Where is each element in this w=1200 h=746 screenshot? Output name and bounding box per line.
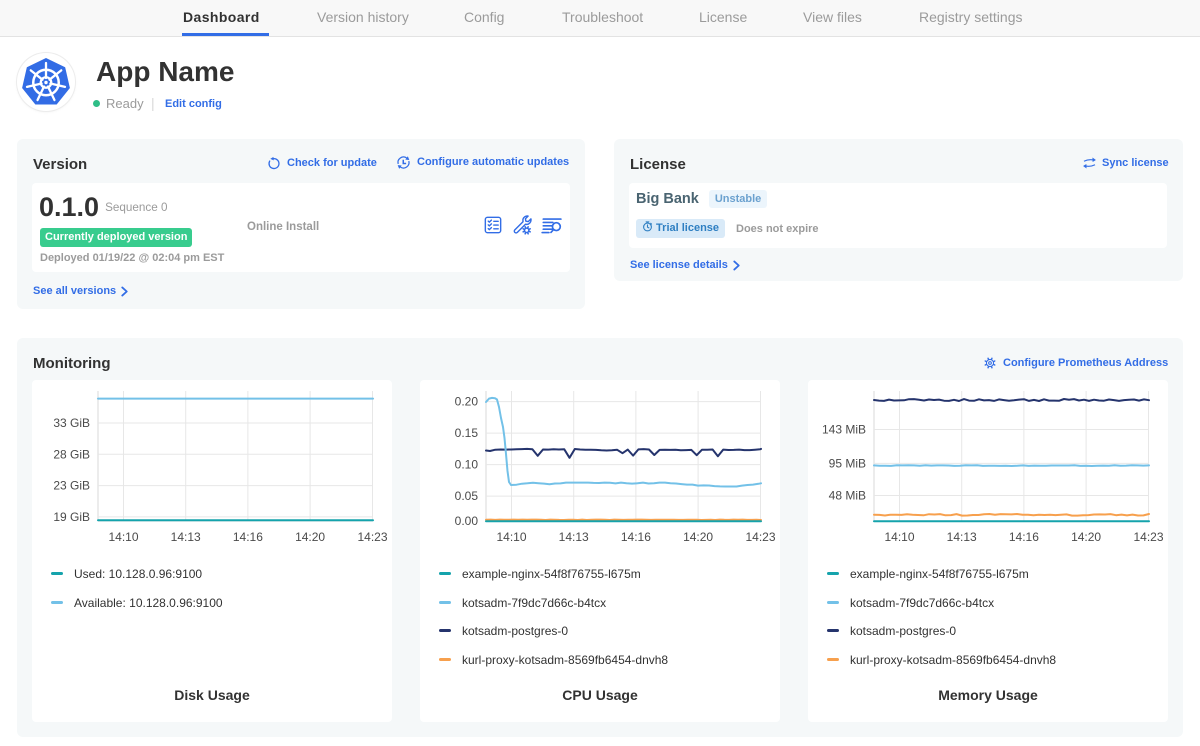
svg-text:0.15: 0.15 [455,426,479,440]
svg-text:28 GiB: 28 GiB [53,447,90,461]
svg-text:14:20: 14:20 [1071,530,1101,544]
svg-text:14:20: 14:20 [683,530,713,544]
svg-text:23 GiB: 23 GiB [53,479,90,493]
svg-text:48 MiB: 48 MiB [829,489,866,503]
svg-text:95 MiB: 95 MiB [829,456,866,470]
svg-text:14:23: 14:23 [357,530,387,544]
svg-text:14:23: 14:23 [745,530,775,544]
svg-text:14:10: 14:10 [884,530,914,544]
svg-text:14:13: 14:13 [947,530,977,544]
svg-text:0.00: 0.00 [455,514,479,528]
svg-text:14:10: 14:10 [496,530,526,544]
svg-text:19 GiB: 19 GiB [53,510,90,524]
svg-text:143 MiB: 143 MiB [822,423,866,437]
svg-text:14:10: 14:10 [108,530,138,544]
svg-text:14:16: 14:16 [621,530,651,544]
svg-text:14:16: 14:16 [1009,530,1039,544]
svg-text:0.10: 0.10 [455,458,479,472]
svg-text:14:13: 14:13 [171,530,201,544]
svg-text:0.05: 0.05 [455,489,479,503]
svg-text:14:16: 14:16 [233,530,263,544]
svg-text:14:13: 14:13 [559,530,589,544]
svg-text:14:23: 14:23 [1133,530,1163,544]
svg-text:14:20: 14:20 [295,530,325,544]
svg-text:0.20: 0.20 [455,395,479,409]
svg-text:33 GiB: 33 GiB [53,416,90,430]
